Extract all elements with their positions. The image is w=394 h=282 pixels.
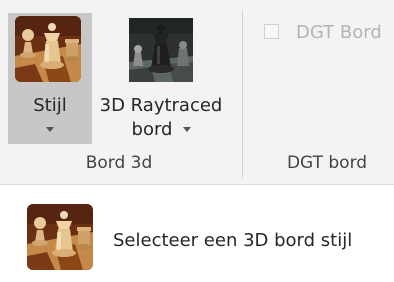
stijl-label: Stijl	[33, 95, 67, 116]
dgt-bord-checkbox[interactable]	[264, 24, 279, 39]
chess-board-icon	[15, 16, 81, 82]
chevron-down-icon[interactable]	[183, 127, 191, 132]
chevron-down-icon	[46, 127, 54, 132]
raytraced-chess-icon[interactable]	[129, 18, 193, 82]
group-label-bord-3d: Bord 3d	[85, 153, 153, 173]
tooltip-text: Selecteer een 3D bord stijl	[113, 230, 353, 251]
group-separator	[242, 10, 243, 178]
group-label-dgt-bord: DGT bord	[286, 153, 368, 173]
ribbon-screenshot: Stijl 3D Raytraced bord Bord 3d DGT Bord…	[0, 0, 394, 282]
chess-board-icon	[27, 204, 93, 270]
ribbon-panel: Stijl 3D Raytraced bord Bord 3d DGT Bord…	[0, 0, 394, 185]
raytraced-label-line1[interactable]: 3D Raytraced	[91, 95, 231, 117]
raytraced-label-line2[interactable]: bord	[129, 119, 175, 141]
dgt-bord-checkbox-label: DGT Bord	[296, 22, 382, 43]
stijl-button[interactable]: Stijl	[8, 13, 92, 144]
